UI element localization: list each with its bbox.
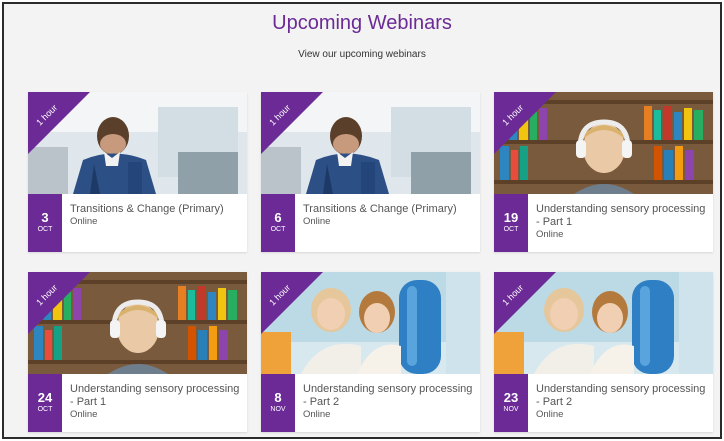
webinar-card[interactable]: 1 hour 8 NOV Understanding sensory proce… xyxy=(261,272,480,432)
webinar-location: Online xyxy=(536,229,564,240)
webinar-title-link[interactable]: Understanding sensory processing - Part … xyxy=(70,383,242,409)
boy-with-headphones-photo: 1 hour xyxy=(28,272,247,374)
webinar-card[interactable]: 1 hour 6 OCT Transitions & Change (Prima… xyxy=(261,92,480,252)
date-month: NOV xyxy=(270,406,286,413)
date-month: OCT xyxy=(37,406,53,413)
date-day: 19 xyxy=(503,210,519,225)
page-title: Upcoming Webinars xyxy=(272,12,452,34)
boy-with-backpack-photo: 1 hour xyxy=(28,92,247,194)
girl-with-therapist-photo: 1 hour xyxy=(261,272,480,374)
date-day: 6 xyxy=(274,210,282,225)
page-subtitle: View our upcoming webinars xyxy=(298,49,426,60)
date-badge: 19 OCT xyxy=(494,194,528,252)
date-day: 3 xyxy=(41,210,49,225)
webinar-card[interactable]: 1 hour 23 NOV Understanding sensory proc… xyxy=(494,272,713,432)
date-badge: 24 OCT xyxy=(28,374,62,432)
date-month: NOV xyxy=(503,406,519,413)
date-day: 24 xyxy=(37,390,53,405)
webinar-location: Online xyxy=(303,216,331,227)
webinar-title-link[interactable]: Understanding sensory processing - Part … xyxy=(536,383,708,409)
date-month: OCT xyxy=(270,226,286,233)
webinar-location: Online xyxy=(536,409,564,420)
date-badge: 6 OCT xyxy=(261,194,295,252)
boy-with-headphones-photo: 1 hour xyxy=(494,92,713,194)
webinar-location: Online xyxy=(303,409,331,420)
webinar-card[interactable]: 1 hour 19 OCT Understanding sensory proc… xyxy=(494,92,713,252)
date-day: 23 xyxy=(503,390,519,405)
date-badge: 23 NOV xyxy=(494,374,528,432)
date-month: OCT xyxy=(503,226,519,233)
date-day: 8 xyxy=(274,390,282,405)
webinar-location: Online xyxy=(70,216,98,227)
webinar-card[interactable]: 1 hour 24 OCT Understanding sensory proc… xyxy=(28,272,247,432)
date-badge: 3 OCT xyxy=(28,194,62,252)
date-month: OCT xyxy=(37,226,53,233)
webinar-card[interactable]: 1 hour 3 OCT Transitions & Change (Prima… xyxy=(28,92,247,252)
date-badge: 8 NOV xyxy=(261,374,295,432)
webinar-title-link[interactable]: Transitions & Change (Primary) xyxy=(303,203,475,216)
webinar-title-link[interactable]: Understanding sensory processing - Part … xyxy=(536,203,708,229)
webinar-location: Online xyxy=(70,409,98,420)
girl-with-therapist-photo: 1 hour xyxy=(494,272,713,374)
webinars-section: Upcoming Webinars View our upcoming webi… xyxy=(2,2,722,439)
boy-with-backpack-photo: 1 hour xyxy=(261,92,480,194)
webinar-title-link[interactable]: Transitions & Change (Primary) xyxy=(70,203,242,216)
webinar-title-link[interactable]: Understanding sensory processing - Part … xyxy=(303,383,475,409)
